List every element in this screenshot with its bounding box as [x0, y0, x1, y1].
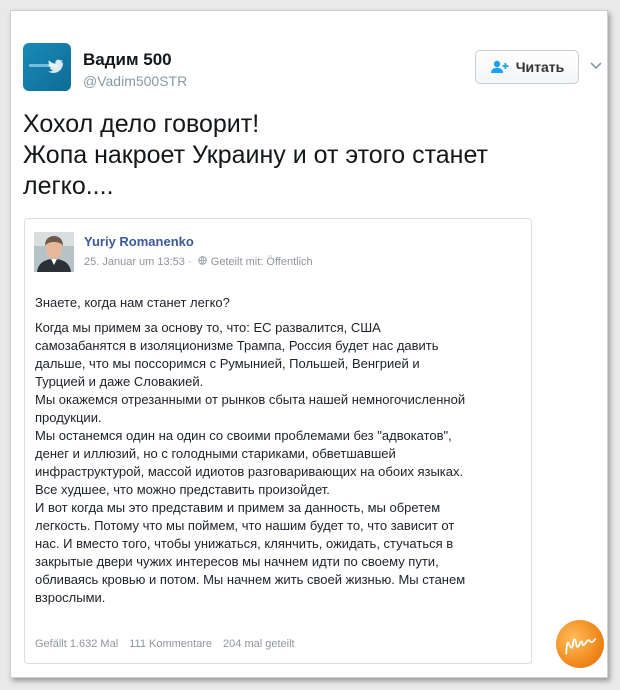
- post-body-line: Все худшее, что можно представить произо…: [35, 482, 330, 497]
- globe-icon: [197, 256, 207, 265]
- likes-count[interactable]: Gefällt 1.632 Mal: [35, 638, 118, 650]
- post-body-line: Когда мы примем за основу то, что: ЕС ра…: [35, 320, 381, 335]
- follow-button[interactable]: Читать: [475, 50, 579, 84]
- post-body-line: дальше, что мы поссоримся с Румынией, По…: [35, 356, 420, 371]
- post-body-line: закрытые двери чужих интересов мы начнем…: [35, 554, 439, 569]
- chevron-down-icon[interactable]: [589, 61, 603, 71]
- watermark-script-icon: [565, 638, 597, 655]
- post-body-line: продукции.: [35, 410, 102, 425]
- add-user-icon: [490, 60, 509, 73]
- embedded-facebook-post[interactable]: Yuriy Romanenko 25. Januar um 13:53 · Ge…: [24, 218, 532, 664]
- post-body-line: Турцией и даже Словакией.: [35, 374, 204, 389]
- post-body-line: взрослыми.: [35, 590, 106, 605]
- post-body-line: Мы окажемся отрезанными от рынков сбыта …: [35, 392, 466, 407]
- post-body-line: обливаясь кровью и потом. Мы начнем жить…: [35, 572, 466, 587]
- tweet-text: Хохол дело говорит! Жопа накроет Украину…: [23, 109, 583, 202]
- tweet-text-line: Хохол дело говорит!: [23, 110, 260, 138]
- post-body-line: самозабанятся в изоляционизме Трампа, Ро…: [35, 338, 439, 353]
- post-body-line: Мы останемся один на один со своими проб…: [35, 428, 452, 443]
- post-body-line: денег и иллюзий, но с голодными старикам…: [35, 446, 396, 461]
- post-body-line: инфраструктурой, массой идиотов разговар…: [35, 464, 464, 479]
- post-visibility: Geteilt mit: Öffentlich: [210, 256, 313, 268]
- tweet-text-line: Жопа накроет Украину и от этого станет: [23, 141, 489, 169]
- post-author-photo[interactable]: [34, 232, 74, 272]
- shares-count[interactable]: 204 mal geteilt: [223, 638, 295, 650]
- comments-count[interactable]: 111 Kommentare: [129, 638, 212, 650]
- tweet-text-line: легко....: [23, 172, 114, 200]
- post-date[interactable]: 25. Januar um 13:53: [84, 256, 185, 268]
- follow-button-label: Читать: [515, 59, 565, 75]
- post-question: Знаете, когда нам станет легко?: [35, 295, 230, 310]
- author-name[interactable]: Вадим 500: [83, 50, 172, 70]
- post-body-line: легкость. Потому что мы поймем, что наши…: [35, 518, 455, 533]
- post-author-name[interactable]: Yuriy Romanenko: [84, 234, 194, 249]
- post-meta: 25. Januar um 13:53 · Geteilt mit: Öffen…: [84, 256, 313, 268]
- post-body: Когда мы примем за основу то, что: ЕС ра…: [35, 319, 525, 607]
- post-stats: Gefällt 1.632 Mal 111 Kommentare 204 mal…: [35, 638, 303, 650]
- avatar-logo-icon: [29, 59, 64, 73]
- author-avatar[interactable]: [23, 43, 71, 91]
- author-handle[interactable]: @Vadim500STR: [83, 73, 187, 89]
- post-body-line: нас. И вместо того, чтобы унижаться, кля…: [35, 536, 454, 551]
- person-photo-icon: [34, 232, 74, 272]
- meta-separator: ·: [187, 256, 192, 268]
- post-body-line: И вот когда мы это представим и примем з…: [35, 500, 441, 515]
- tweet-card: Вадим 500 @Vadim500STR Читать Хохол дело…: [10, 10, 608, 678]
